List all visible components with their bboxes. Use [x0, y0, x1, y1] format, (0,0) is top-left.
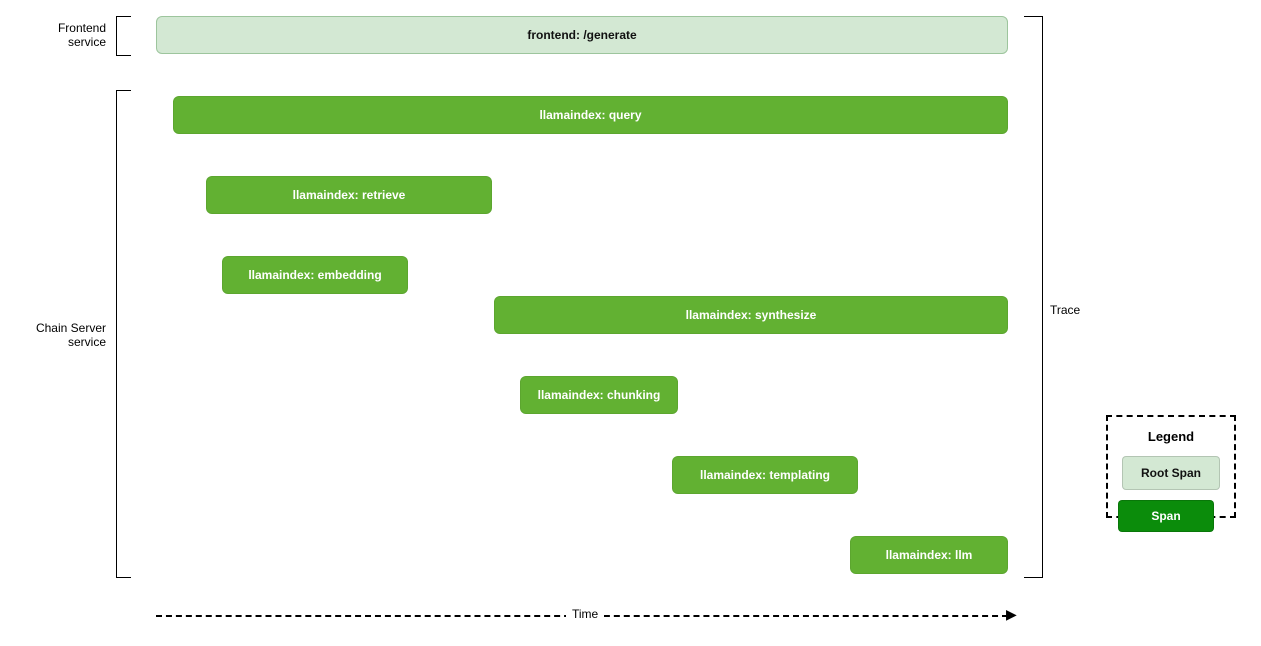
- row-label-chain: Chain Server service: [0, 321, 106, 349]
- span-retrieve: llamaindex: retrieve: [206, 176, 492, 214]
- time-axis-label: Time: [566, 607, 604, 621]
- bracket-frontend: [116, 16, 131, 56]
- row-label-frontend: Frontend service: [0, 21, 106, 49]
- bracket-trace: [1024, 16, 1043, 578]
- trace-label: Trace: [1050, 303, 1080, 317]
- span-query: llamaindex: query: [173, 96, 1008, 134]
- row-label-frontend-l1: Frontend: [58, 21, 106, 35]
- time-axis-arrow-icon: ▶: [1006, 607, 1017, 621]
- span-embedding: llamaindex: embedding: [222, 256, 408, 294]
- diagram-stage: Frontend service Chain Server service Tr…: [0, 0, 1261, 646]
- legend: Legend Root Span Span: [1106, 415, 1236, 518]
- span-synthesize: llamaindex: synthesize: [494, 296, 1008, 334]
- bracket-chain: [116, 90, 131, 578]
- legend-swatch-span: Span: [1118, 500, 1214, 532]
- legend-title: Legend: [1118, 429, 1224, 444]
- row-label-chain-l2: service: [68, 335, 106, 349]
- span-templating: llamaindex: templating: [672, 456, 858, 494]
- span-llm: llamaindex: llm: [850, 536, 1008, 574]
- span-root: frontend: /generate: [156, 16, 1008, 54]
- span-chunking: llamaindex: chunking: [520, 376, 678, 414]
- row-label-frontend-l2: service: [68, 35, 106, 49]
- legend-swatch-root: Root Span: [1122, 456, 1220, 490]
- row-label-chain-l1: Chain Server: [36, 321, 106, 335]
